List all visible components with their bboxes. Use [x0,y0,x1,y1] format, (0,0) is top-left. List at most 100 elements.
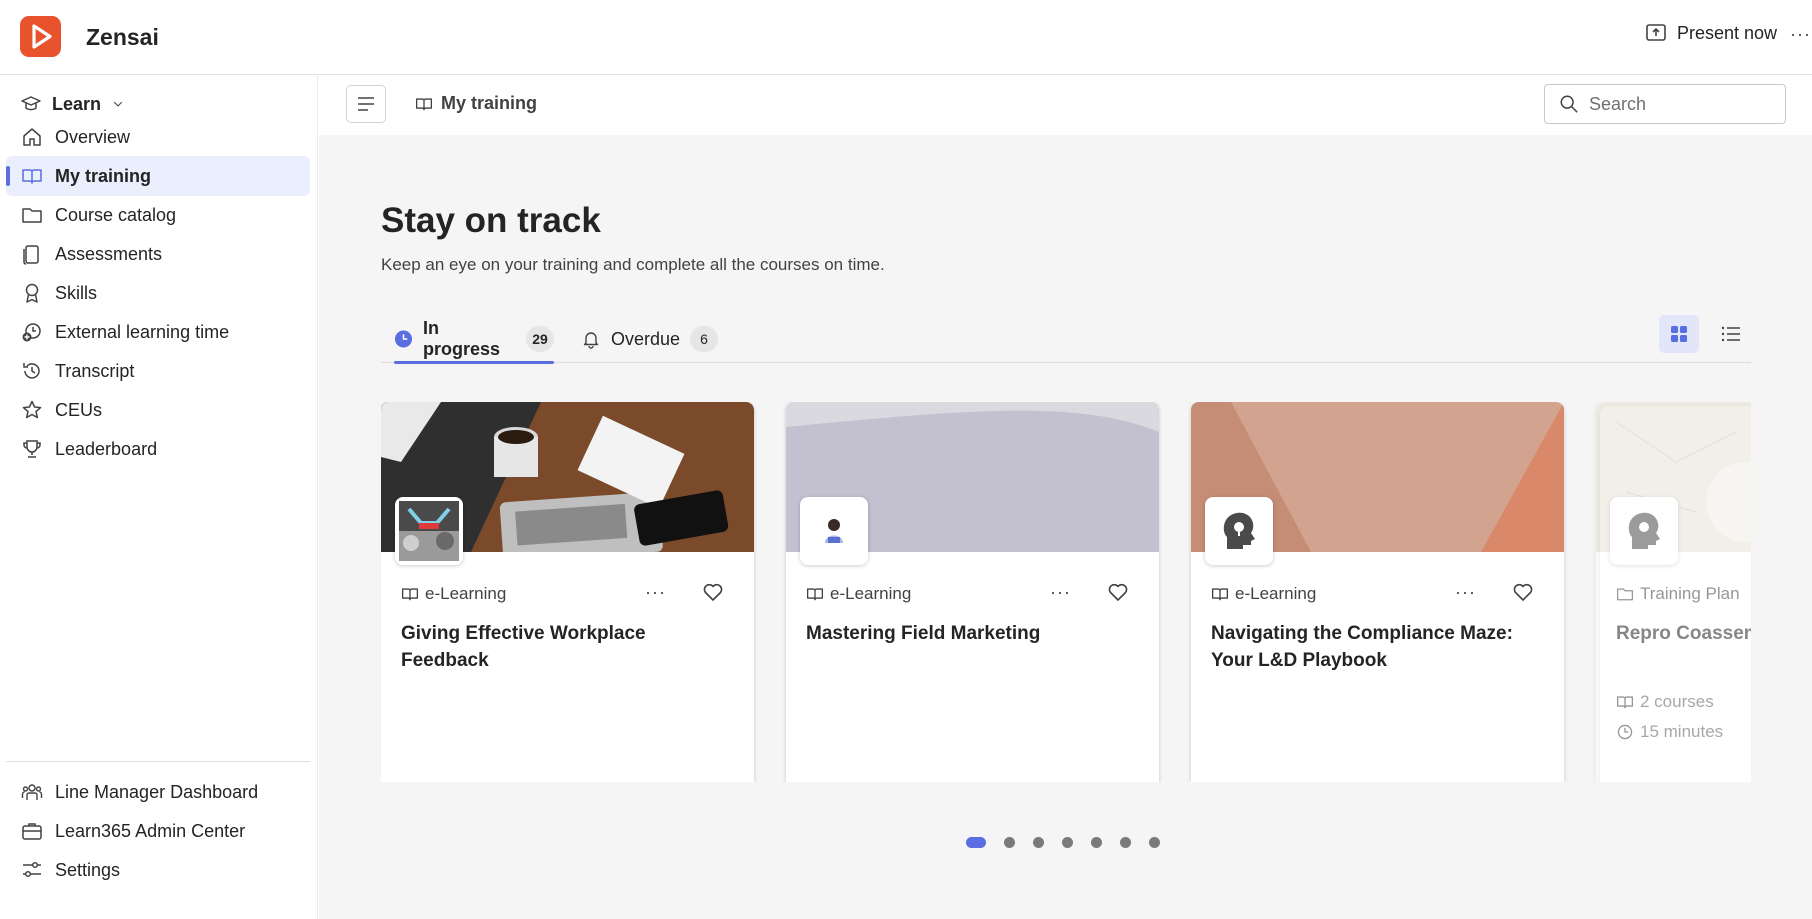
course-type: e-Learning [401,584,506,604]
sidebar-item-my-training[interactable]: My training [6,156,310,196]
search-input[interactable] [1589,93,1769,115]
sidebar-item-external-learning-time[interactable]: External learning time [6,312,310,352]
bell-icon [583,332,599,349]
course-thumbnail [1610,497,1678,565]
folder-icon [22,208,42,223]
more-options-icon[interactable]: ··· [1050,582,1071,603]
book-icon [806,588,824,601]
present-now-label: Present now [1677,22,1778,43]
sidebar-item-leaderboard[interactable]: Leaderboard [6,429,310,469]
course-thumbnail [800,497,868,565]
ribbon-icon [25,283,39,303]
pager-dot[interactable] [1120,837,1131,848]
course-type: e-Learning [806,584,911,604]
tab-overdue[interactable]: Overdue 6 [581,315,719,363]
people-team-icon [21,784,43,800]
course-title: Navigating the Compliance Maze: Your L&D… [1211,623,1513,671]
sidebar-item-label: Assessments [55,243,163,264]
sidebar-item-label: Leaderboard [55,438,158,459]
book-icon [1616,696,1634,709]
pager-dot[interactable] [1091,837,1102,848]
main-content: My training Stay on track Keep an eye on… [319,75,1812,919]
sidebar-item-label: Transcript [55,360,135,381]
book-icon [401,588,419,601]
book-icon [415,97,433,110]
book-icon [1211,588,1229,601]
sidebar-item-transcript[interactable]: Transcript [6,351,310,391]
sidebar-divider [6,761,310,762]
more-options-icon[interactable]: ··· [1455,582,1476,603]
tab-label: Overdue [611,328,681,349]
sidebar-item-label: Learn365 Admin Center [55,820,246,841]
breadcrumb-label: My training [441,93,538,113]
more-options-icon[interactable]: ··· [645,582,666,603]
folder-icon [1617,588,1633,601]
pager-dot[interactable] [1033,837,1044,848]
course-duration-label: 15 minutes [1640,722,1724,741]
pager-dot[interactable] [1149,837,1160,848]
course-thumbnail [395,497,463,565]
training-plan-card[interactable]: Training Plan Repro Coassemble 2 courses… [1596,402,1751,782]
breadcrumb[interactable]: My training [415,93,537,114]
count-badge: 6 [690,326,719,352]
course-count-label: 2 courses [1640,692,1714,711]
tab-label: In progress [422,318,501,359]
zensai-logo-icon [20,16,61,57]
course-thumbnail [1205,497,1273,565]
clock-icon [1617,724,1633,740]
course-duration: 15 minutes [1616,722,1723,742]
sidebar-item-admin-center[interactable]: Learn365 Admin Center [6,811,310,851]
sidebar: Learn Overview My training Course catalo… [0,75,318,919]
timer-add-icon [22,323,41,342]
sidebar-item-skills[interactable]: Skills [6,273,310,313]
page-title: Stay on track [381,201,601,240]
learn-switcher[interactable]: Learn [20,93,125,115]
course-count: 2 courses [1616,692,1714,712]
sidebar-item-label: My training [55,165,152,186]
course-type-label: e-Learning [830,584,912,603]
favorite-heart-icon[interactable] [1512,581,1534,603]
course-carousel: e-Learning ··· Giving Effective Workplac… [381,402,1751,782]
sidebar-item-label: Line Manager Dashboard [55,781,259,802]
course-title: Mastering Field Marketing [806,623,1041,644]
course-card[interactable]: e-Learning ··· Giving Effective Workplac… [381,402,754,782]
sidebar-item-label: Course catalog [55,204,177,225]
pager-dot[interactable] [1062,837,1073,848]
course-card[interactable]: e-Learning ··· Navigating the Compliance… [1191,402,1564,782]
clipboard-icon [23,245,39,265]
course-card[interactable]: e-Learning ··· Mastering Field Marketing [786,402,1159,782]
graduation-cap-icon [21,96,41,111]
search-box[interactable] [1544,84,1786,124]
carousel-pager [966,837,1160,848]
more-options-icon[interactable]: ··· [1790,24,1811,45]
sidebar-item-ceus[interactable]: CEUs [6,390,310,430]
sidebar-item-label: CEUs [55,399,103,420]
sidebar-item-line-manager-dashboard[interactable]: Line Manager Dashboard [6,772,310,812]
sidebar-item-course-catalog[interactable]: Course catalog [6,195,310,235]
list-view-button[interactable] [1711,315,1751,353]
sub-header: My training [319,75,1812,135]
trophy-icon [23,440,41,458]
learn-switcher-label: Learn [52,93,102,114]
course-title: Repro Coassemble [1616,623,1751,644]
search-icon [1560,95,1578,113]
count-badge: 29 [526,326,554,352]
course-type: e-Learning [1211,584,1316,604]
tab-in-progress[interactable]: In progress 29 [394,315,554,364]
pager-dot[interactable] [1004,837,1015,848]
sidebar-item-settings[interactable]: Settings [6,850,310,890]
star-icon [22,400,42,419]
pager-dot[interactable] [966,837,986,848]
course-type: Training Plan [1616,584,1740,604]
sidebar-item-label: Settings [55,859,121,880]
sidebar-item-assessments[interactable]: Assessments [6,234,310,274]
grid-icon [1671,326,1687,342]
favorite-heart-icon[interactable] [702,581,724,603]
present-now-button[interactable]: Present now [1645,22,1777,44]
favorite-heart-icon[interactable] [1107,581,1129,603]
hamburger-icon [358,97,374,111]
grid-view-button[interactable] [1659,315,1699,353]
list-icon [1721,326,1740,342]
sidebar-item-overview[interactable]: Overview [6,117,310,157]
toggle-nav-button[interactable] [346,85,386,123]
